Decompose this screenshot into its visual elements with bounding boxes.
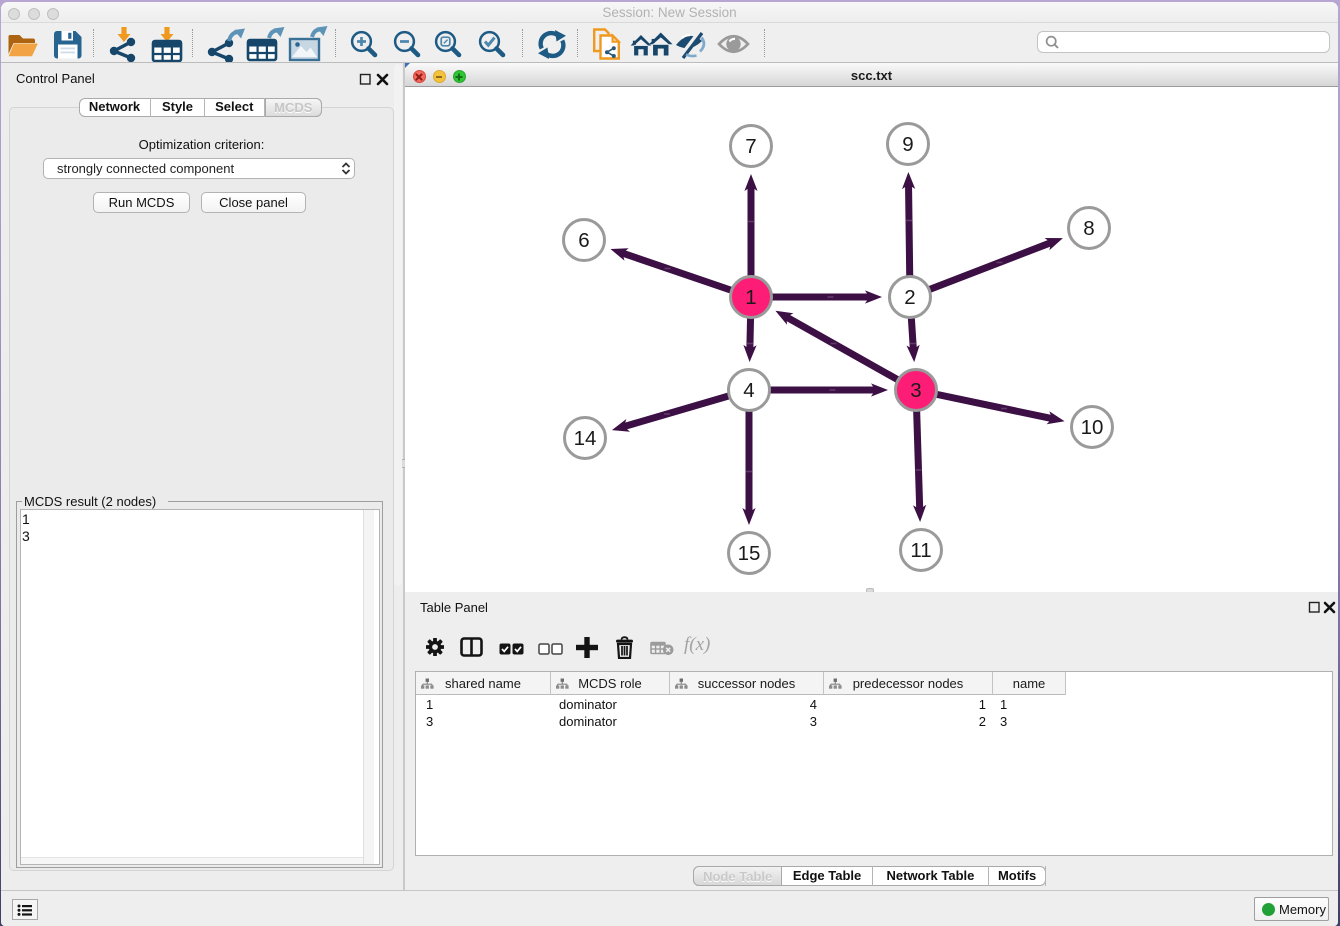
svg-text:7: 7 <box>745 135 756 158</box>
svg-text:4: 4 <box>743 379 754 402</box>
svg-text:11: 11 <box>910 539 931 562</box>
svg-text:15: 15 <box>738 542 761 565</box>
svg-text:8: 8 <box>1083 217 1094 240</box>
svg-text:9: 9 <box>902 133 913 156</box>
svg-text:1: 1 <box>745 286 756 309</box>
svg-text:10: 10 <box>1081 416 1104 439</box>
svg-text:14: 14 <box>574 427 597 450</box>
svg-text:3: 3 <box>910 379 921 402</box>
svg-text:2: 2 <box>904 286 915 309</box>
svg-text:6: 6 <box>578 229 589 252</box>
